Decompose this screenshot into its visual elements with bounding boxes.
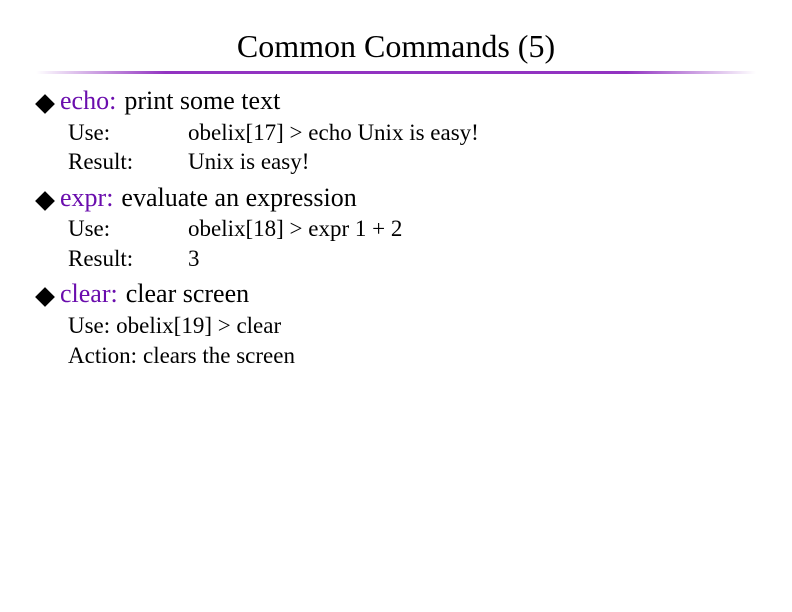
- detail-value: clears the screen: [143, 341, 295, 370]
- detail-label: Result:: [68, 244, 188, 273]
- list-item: clear: clear screen Use: obelix[19] > cl…: [38, 277, 792, 370]
- item-header: echo: print some text: [38, 84, 792, 118]
- bullet-diamond-icon: [35, 94, 55, 114]
- detail-label: Action:: [68, 341, 137, 370]
- detail-row: Use: obelix[19] > clear: [68, 311, 792, 340]
- slide-title: Common Commands (5): [0, 0, 792, 71]
- item-header: expr: evaluate an expression: [38, 181, 792, 215]
- command-desc: evaluate an expression: [121, 181, 356, 215]
- detail-label: Result:: [68, 147, 188, 176]
- title-rule: [36, 71, 756, 74]
- bullet-diamond-icon: [35, 287, 55, 307]
- detail-value: obelix[17] > echo Unix is easy!: [188, 118, 479, 147]
- slide-content: echo: print some text Use: obelix[17] > …: [0, 84, 792, 370]
- detail-label: Use:: [68, 118, 188, 147]
- command-name: echo:: [60, 84, 116, 118]
- list-item: expr: evaluate an expression Use: obelix…: [38, 181, 792, 274]
- detail-value: Unix is easy!: [188, 147, 309, 176]
- detail-value: obelix[18] > expr 1 + 2: [188, 214, 402, 243]
- detail-row: Result: 3: [68, 244, 792, 273]
- detail-value: 3: [188, 244, 200, 273]
- list-item: echo: print some text Use: obelix[17] > …: [38, 84, 792, 177]
- command-desc: print some text: [124, 84, 280, 118]
- detail-row: Action: clears the screen: [68, 341, 792, 370]
- command-name: clear:: [60, 277, 118, 311]
- detail-row: Result: Unix is easy!: [68, 147, 792, 176]
- detail-row: Use: obelix[17] > echo Unix is easy!: [68, 118, 792, 147]
- detail-label: Use:: [68, 311, 110, 340]
- item-details: Use: obelix[17] > echo Unix is easy! Res…: [38, 118, 792, 177]
- bullet-diamond-icon: [35, 191, 55, 211]
- item-header: clear: clear screen: [38, 277, 792, 311]
- detail-value: obelix[19] > clear: [116, 311, 281, 340]
- command-name: expr:: [60, 181, 113, 215]
- command-desc: clear screen: [126, 277, 249, 311]
- item-details: Use: obelix[18] > expr 1 + 2 Result: 3: [38, 214, 792, 273]
- detail-label: Use:: [68, 214, 188, 243]
- detail-row: Use: obelix[18] > expr 1 + 2: [68, 214, 792, 243]
- item-details: Use: obelix[19] > clear Action: clears t…: [38, 311, 792, 370]
